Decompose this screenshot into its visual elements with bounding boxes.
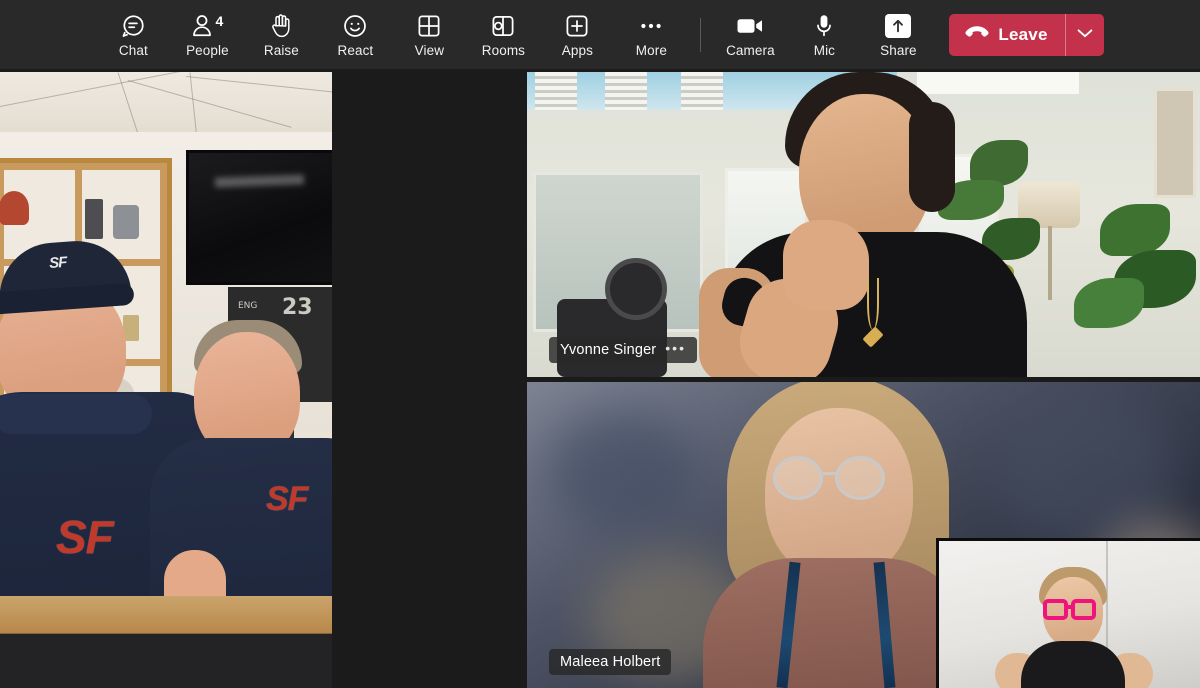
person-icon: 4 — [191, 11, 223, 41]
pip-scene — [939, 541, 1200, 688]
leave-button-label: Leave — [998, 24, 1048, 44]
toolbar-label-people: People — [186, 42, 229, 58]
toolbar-label-react: React — [337, 42, 374, 58]
pink-glasses-right — [1071, 599, 1096, 620]
toolbar-button-view[interactable]: View — [392, 6, 466, 64]
toolbar-button-chat[interactable]: Chat — [96, 6, 170, 64]
toolbar-button-raise[interactable]: Raise — [244, 6, 318, 64]
video-tile-maleea-holbert[interactable]: Maleea Holbert — [527, 382, 1200, 688]
video-tile-room[interactable]: 23 ENG Johnson B12 Thompson SF SF — [0, 72, 332, 688]
participant-more-options-icon[interactable]: ••• — [665, 341, 686, 355]
toolbar-divider — [700, 17, 702, 52]
video-stage: 23 ENG Johnson B12 Thompson SF SF — [0, 69, 1200, 688]
chevron-down-icon — [1076, 26, 1094, 44]
plus-square-icon — [565, 11, 589, 41]
toolbar-media-group: Camera Mic Share — [713, 6, 935, 64]
wall-tv — [186, 150, 332, 285]
yvonne-scene — [527, 72, 1200, 377]
toolbar-label-mic: Mic — [813, 42, 836, 58]
grid-view-icon — [417, 11, 441, 41]
toolbar-label-rooms: Rooms — [481, 42, 526, 58]
toolbar-label-chat: Chat — [118, 42, 148, 58]
participant-name-yvonne: Yvonne Singer — [560, 342, 657, 358]
leave-options-button[interactable] — [1066, 14, 1104, 56]
ellipsis-icon — [638, 11, 664, 41]
toolbar-primary-group: Chat 4 People Raise React View Rooms App… — [96, 6, 688, 64]
teams-meeting-window: Chat 4 People Raise React View Rooms App… — [0, 0, 1200, 688]
microphone-icon — [814, 11, 834, 41]
toolbar-button-rooms[interactable]: Rooms — [466, 6, 540, 64]
room-scene: 23 ENG Johnson B12 Thompson SF SF — [0, 72, 332, 688]
toolbar-button-apps[interactable]: Apps — [540, 6, 614, 64]
raised-hand-icon — [269, 11, 293, 41]
leave-button[interactable]: Leave — [949, 14, 1064, 56]
toolbar-button-react[interactable]: React — [318, 6, 392, 64]
breakout-rooms-icon — [491, 11, 515, 41]
people-count-badge: 4 — [215, 12, 224, 29]
toolbar-label-share: Share — [880, 42, 917, 58]
toolbar-label-view: View — [414, 42, 445, 58]
participant-name-pill-maleea: Maleea Holbert — [549, 649, 672, 675]
toolbar-button-mic[interactable]: Mic — [787, 6, 861, 64]
toolbar-button-more[interactable]: More — [614, 6, 688, 64]
meeting-toolbar: Chat 4 People Raise React View Rooms App… — [0, 0, 1200, 69]
toolbar-label-camera: Camera — [726, 42, 775, 58]
pink-glasses-left — [1043, 599, 1068, 620]
smiley-face-icon — [342, 11, 368, 41]
participant-name-maleea: Maleea Holbert — [560, 654, 661, 670]
toolbar-button-camera[interactable]: Camera — [713, 6, 787, 64]
toolbar-button-people[interactable]: 4 People — [170, 6, 244, 64]
chat-bubble-icon — [120, 11, 146, 41]
toolbar-label-more: More — [635, 42, 667, 58]
video-camera-icon — [736, 11, 764, 41]
leave-button-group: Leave — [949, 13, 1104, 56]
hangup-phone-icon — [965, 25, 989, 44]
participant-name-pill-yvonne: Yvonne Singer ••• — [549, 337, 697, 363]
share-screen-icon — [885, 11, 912, 41]
self-view-pip-tile[interactable] — [936, 538, 1200, 688]
toolbar-button-share[interactable]: Share — [861, 6, 935, 64]
toolbar-label-apps: Apps — [561, 42, 593, 58]
video-tile-yvonne-singer[interactable]: Yvonne Singer ••• — [527, 72, 1200, 377]
toolbar-label-raise: Raise — [263, 42, 299, 58]
